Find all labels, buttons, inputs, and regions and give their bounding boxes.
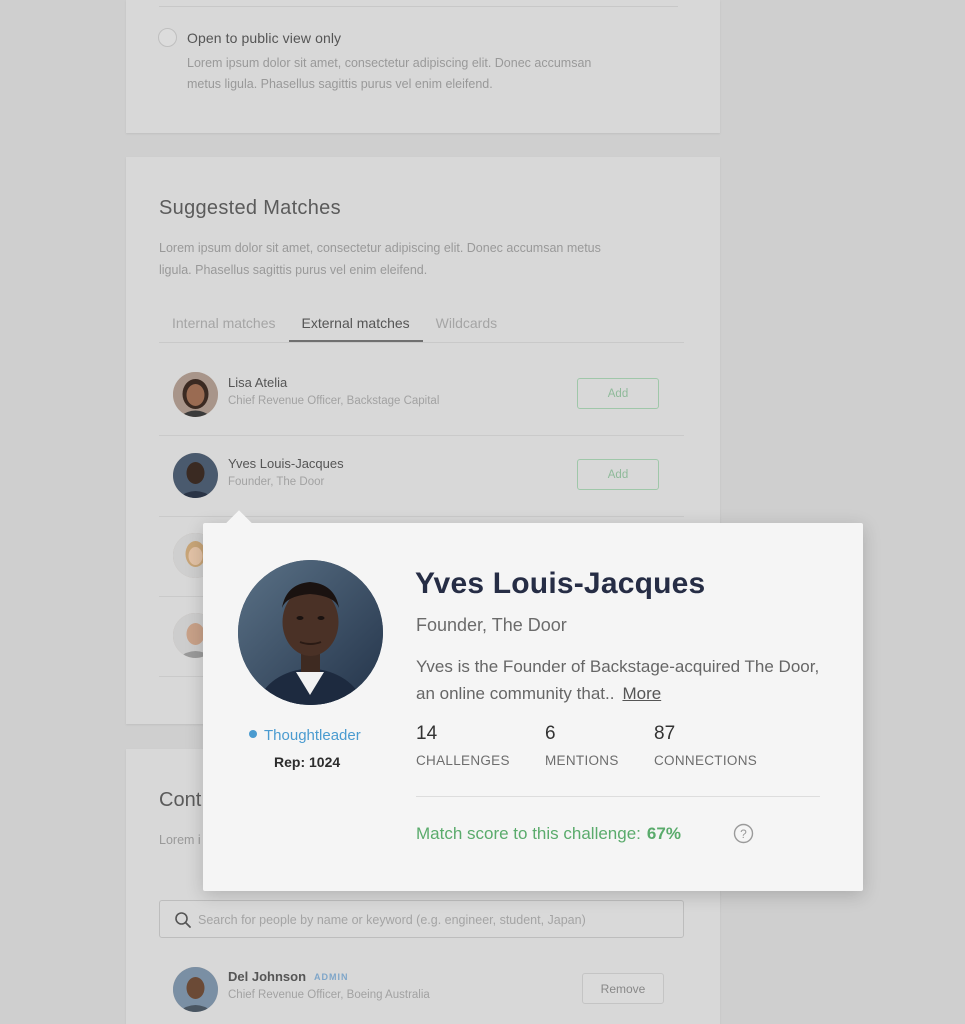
people-search[interactable] [159, 900, 684, 938]
match-score: Match score to this challenge: 67% [416, 824, 681, 844]
match-name[interactable]: Lisa Atelia [228, 375, 287, 390]
profile-name: Yves Louis-Jacques [415, 567, 706, 600]
public-view-radio[interactable] [158, 28, 177, 47]
avatar [173, 372, 218, 417]
match-tabs: Internal matches External matches Wildca… [159, 307, 684, 343]
section-title: Suggested Matches [159, 197, 341, 219]
list-item: Yves Louis-Jacques Founder, The Door Add [159, 437, 684, 517]
list-item: Lisa Atelia Chief Revenue Officer, Backs… [159, 356, 684, 436]
profile-role: Founder, The Door [416, 615, 567, 635]
match-role: Chief Revenue Officer, Backstage Capital [228, 395, 440, 407]
tab-external-matches[interactable]: External matches [288, 307, 423, 342]
tag-label: Thoughtleader [264, 727, 361, 744]
search-icon [175, 912, 191, 928]
stat-value: 87 [654, 723, 676, 744]
public-view-label[interactable]: Open to public view only [187, 30, 341, 46]
help-icon[interactable]: ? [733, 823, 754, 844]
match-score-label: Match score to this challenge: [416, 824, 641, 843]
stat-challenges: 14 CHALLENGES [416, 723, 510, 768]
stat-connections: 87 CONNECTIONS [654, 723, 757, 768]
public-view-description: Lorem ipsum dolor sit amet, consectetur … [187, 56, 592, 91]
tab-wildcards[interactable]: Wildcards [423, 307, 510, 342]
visibility-card: Open to public view only Lorem ipsum dol… [126, 0, 720, 133]
match-role: Founder, The Door [228, 476, 325, 488]
more-link[interactable]: More [622, 684, 661, 703]
contact-role: Chief Revenue Officer, Boeing Australia [228, 989, 430, 1001]
profile-bio: Yves is the Founder of Backstage-acquire… [416, 653, 836, 707]
search-input[interactable] [198, 909, 668, 931]
profile-popover: Thoughtleader Rep: 1024 Yves Louis-Jacqu… [203, 510, 863, 891]
add-button[interactable]: Add [577, 459, 659, 490]
stat-value: 6 [545, 723, 556, 744]
remove-button[interactable]: Remove [582, 973, 664, 1004]
section-description: Lorem ipsum dolor sit amet, consectetur … [159, 241, 601, 277]
stat-value: 14 [416, 723, 438, 744]
stat-mentions: 6 MENTIONS [545, 723, 619, 768]
stat-label: CONNECTIONS [654, 753, 758, 768]
list-item: Del Johnson ADMIN Chief Revenue Officer, … [159, 959, 684, 1019]
reputation: Rep: 1024 [274, 754, 341, 770]
divider [159, 6, 678, 7]
match-score-value: 67% [646, 824, 681, 843]
svg-text:?: ? [740, 827, 747, 841]
avatar [173, 453, 218, 498]
stat-label: MENTIONS [545, 753, 619, 768]
profile-photo [238, 560, 383, 705]
admin-badge: ADMIN [314, 972, 349, 982]
stat-label: CHALLENGES [416, 753, 510, 768]
bio-text: Yves is the Founder of Backstage-acquire… [416, 657, 820, 703]
divider [416, 796, 820, 797]
thoughtleader-tag[interactable]: Thoughtleader [249, 727, 361, 744]
add-button[interactable]: Add [577, 378, 659, 409]
tab-internal-matches[interactable]: Internal matches [159, 307, 289, 342]
section-title: Cont [159, 789, 202, 811]
avatar [173, 967, 218, 1012]
match-name[interactable]: Yves Louis-Jacques [228, 456, 344, 471]
contact-name[interactable]: Del Johnson ADMIN [228, 969, 349, 984]
status-dot [249, 730, 257, 738]
contact-name-text: Del Johnson [228, 969, 307, 984]
